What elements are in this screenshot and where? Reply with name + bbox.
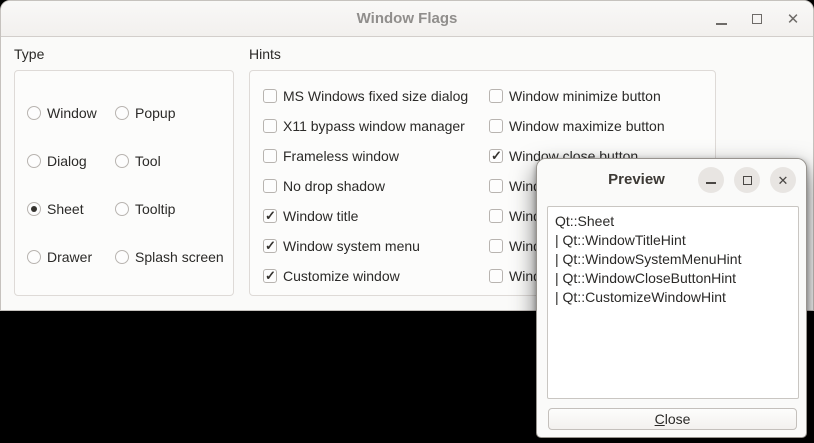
checkbox-icon: ✓ [263, 149, 277, 163]
checkbox-icon: ✓ [263, 89, 277, 103]
minimize-icon [706, 182, 716, 184]
type-group-box: Window Popup Dialog Tool Sheet Tooltip D… [14, 70, 234, 296]
checkbox-window-system-menu[interactable]: ✓Window system menu [263, 237, 420, 255]
flag-line: Qt::Sheet [555, 212, 791, 231]
radio-icon [115, 106, 129, 120]
minimize-icon [716, 23, 727, 25]
radio-tooltip[interactable]: Tooltip [115, 200, 175, 218]
checkbox-window-minimize-button[interactable]: ✓Window minimize button [489, 87, 661, 105]
maximize-icon [752, 14, 762, 24]
checkbox-customize-window[interactable]: ✓Customize window [263, 267, 400, 285]
checkbox-window-maximize-button[interactable]: ✓Window maximize button [489, 117, 665, 135]
preview-window-title: Preview [577, 171, 696, 188]
main-window-title: Window Flags [1, 10, 813, 27]
checkbox-icon: ✓ [489, 89, 503, 103]
maximize-icon [743, 176, 752, 185]
radio-sheet[interactable]: Sheet [27, 200, 84, 218]
preview-close-button[interactable]: ✕ [770, 167, 796, 193]
desktop: Window Flags ✕ Type Window Popup Dialog … [0, 0, 814, 443]
close-button-label: Close [655, 411, 691, 427]
checkbox-icon: ✓ [489, 269, 503, 283]
radio-icon [115, 202, 129, 216]
flags-display: Qt::Sheet | Qt::WindowTitleHint | Qt::Wi… [547, 206, 799, 399]
flag-line: | Qt::WindowTitleHint [555, 231, 791, 250]
preview-window: Preview ✕ Qt::Sheet | Qt::WindowTitleHin… [536, 158, 807, 438]
close-icon: ✕ [778, 174, 789, 187]
preview-minimize-button[interactable] [698, 167, 724, 193]
radio-splash-screen[interactable]: Splash screen [115, 248, 224, 266]
radio-tool[interactable]: Tool [115, 152, 161, 170]
minimize-button[interactable] [709, 7, 733, 31]
radio-window[interactable]: Window [27, 104, 97, 122]
checkbox-icon: ✓ [263, 239, 277, 253]
checkbox-icon: ✓ [263, 179, 277, 193]
main-titlebar[interactable]: Window Flags ✕ [1, 1, 813, 37]
radio-icon [27, 106, 41, 120]
radio-icon [27, 154, 41, 168]
close-button[interactable]: ✕ [781, 7, 805, 31]
checkbox-icon: ✓ [489, 119, 503, 133]
radio-icon [115, 154, 129, 168]
main-window-controls: ✕ [709, 1, 805, 37]
flag-line: | Qt::CustomizeWindowHint [555, 288, 791, 307]
checkbox-icon: ✓ [489, 209, 503, 223]
checkbox-icon: ✓ [263, 119, 277, 133]
checkbox-icon: ✓ [489, 239, 503, 253]
radio-popup[interactable]: Popup [115, 104, 175, 122]
checkbox-ms-windows-fixed-size-dialog[interactable]: ✓MS Windows fixed size dialog [263, 87, 468, 105]
preview-titlebar[interactable]: Preview ✕ [537, 159, 806, 200]
checkbox-icon: ✓ [263, 209, 277, 223]
checkbox-frameless-window[interactable]: ✓Frameless window [263, 147, 399, 165]
checkbox-icon: ✓ [263, 269, 277, 283]
checkbox-window-title[interactable]: ✓Window title [263, 207, 358, 225]
radio-drawer[interactable]: Drawer [27, 248, 92, 266]
preview-window-controls: ✕ [698, 167, 796, 193]
checkbox-icon: ✓ [489, 149, 503, 163]
close-icon: ✕ [787, 12, 800, 27]
preview-close-action-button[interactable]: Close [548, 408, 797, 430]
maximize-button[interactable] [745, 7, 769, 31]
radio-icon [115, 250, 129, 264]
radio-icon [27, 202, 41, 216]
hints-group-label: Hints [249, 46, 281, 62]
checkbox-x11-bypass-window-manager[interactable]: ✓X11 bypass window manager [263, 117, 465, 135]
preview-maximize-button[interactable] [734, 167, 760, 193]
flag-line: | Qt::WindowCloseButtonHint [555, 269, 791, 288]
radio-dialog[interactable]: Dialog [27, 152, 87, 170]
checkbox-no-drop-shadow[interactable]: ✓No drop shadow [263, 177, 385, 195]
type-group-label: Type [14, 46, 44, 62]
radio-icon [27, 250, 41, 264]
checkbox-icon: ✓ [489, 179, 503, 193]
flag-line: | Qt::WindowSystemMenuHint [555, 250, 791, 269]
